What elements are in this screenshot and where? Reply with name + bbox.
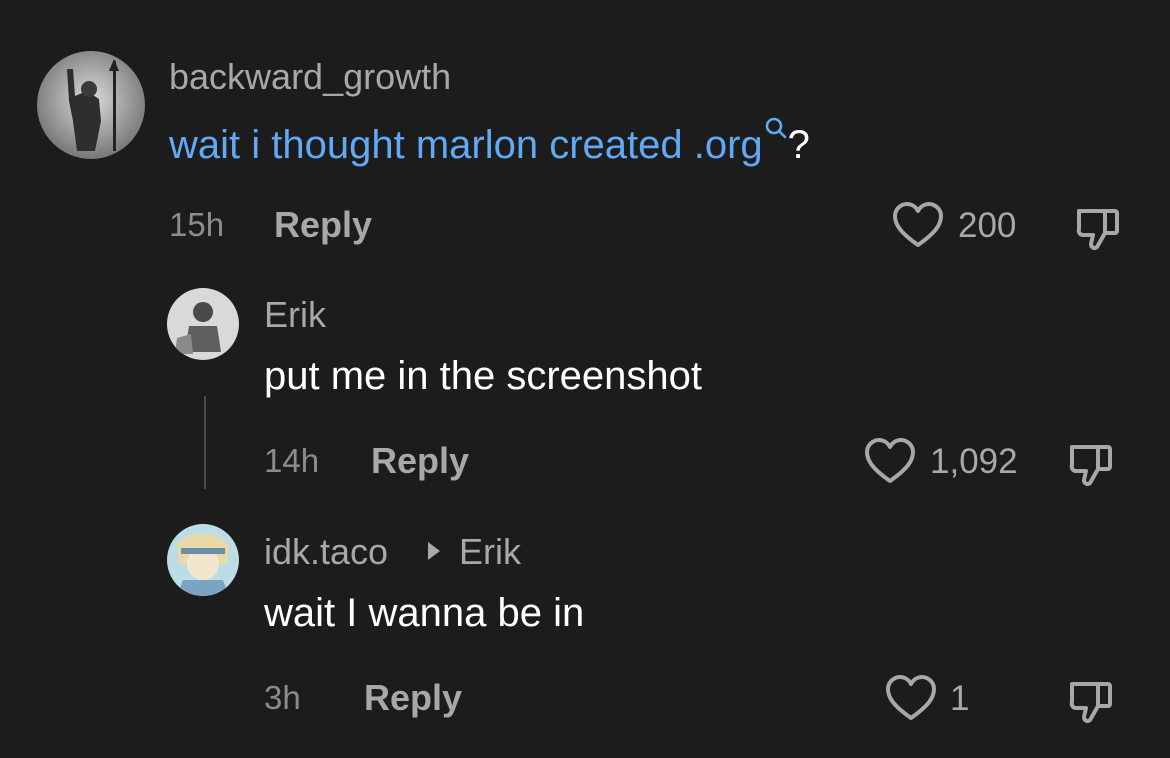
heart-icon[interactable] — [891, 201, 945, 249]
comment-text-link[interactable]: wait i thought marlon created .org — [169, 123, 763, 167]
comment-username[interactable]: backward_growth — [169, 56, 451, 98]
comment-username[interactable]: Erik — [264, 294, 326, 336]
comment-time: 15h — [169, 206, 225, 243]
comment-text: wait i thought marlon created .org? — [169, 116, 810, 168]
comment-text: put me in the screenshot — [264, 354, 703, 398]
reply-arrow-icon — [428, 542, 440, 560]
comment-username-text[interactable]: idk.taco — [264, 531, 388, 572]
comment-time: 14h — [264, 442, 320, 479]
thread-line — [204, 396, 206, 489]
reply-button[interactable]: Reply — [364, 677, 462, 719]
dislike-icon[interactable] — [1066, 439, 1116, 489]
like-count: 1,092 — [930, 442, 1018, 481]
comment-time: 3h — [264, 679, 301, 716]
avatar[interactable] — [167, 288, 239, 360]
comment-username: idk.taco — [264, 531, 388, 573]
like-count: 1 — [950, 679, 970, 718]
avatar-sketch-image — [167, 288, 239, 360]
avatar[interactable] — [37, 51, 145, 159]
like-count: 200 — [958, 206, 1017, 245]
reply-button[interactable]: Reply — [274, 204, 372, 246]
avatar-statue-image — [37, 51, 145, 159]
reply-to-username[interactable]: Erik — [459, 531, 521, 573]
dislike-icon[interactable] — [1066, 676, 1116, 726]
comment-text: wait I wanna be in — [264, 591, 585, 635]
avatar-anime-image — [167, 524, 239, 596]
comment-text-suffix: ? — [787, 123, 810, 167]
avatar[interactable] — [167, 524, 239, 596]
heart-icon[interactable] — [863, 437, 917, 485]
reply-button[interactable]: Reply — [371, 440, 469, 482]
search-icon[interactable] — [764, 116, 788, 140]
heart-icon[interactable] — [884, 674, 938, 722]
dislike-icon[interactable] — [1073, 203, 1123, 253]
